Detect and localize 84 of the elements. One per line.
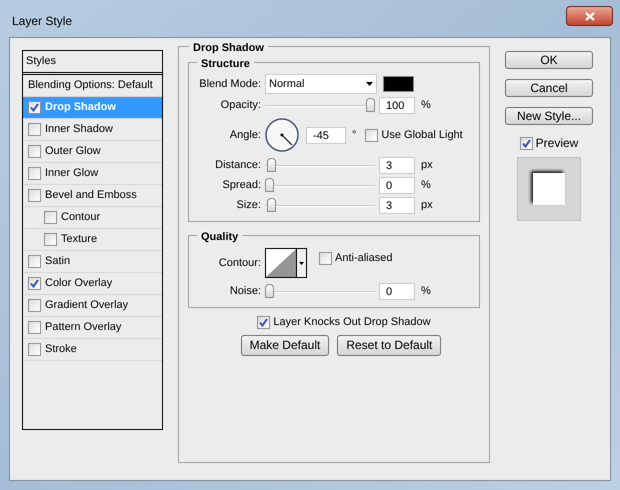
field-label: Opacity: — [220, 98, 262, 113]
checkbox[interactable] — [319, 252, 332, 265]
checkbox[interactable] — [28, 343, 41, 356]
checkbox[interactable] — [44, 211, 57, 224]
unit-label: ° — [352, 128, 356, 143]
checkbox[interactable] — [28, 145, 41, 158]
section-title: Drop Shadow — [189, 40, 268, 56]
checkbox[interactable] — [28, 189, 41, 202]
field-label: Noise: — [228, 284, 262, 299]
list-header: Styles — [26, 54, 56, 70]
dialog-button[interactable]: Cancel — [505, 79, 593, 97]
checkmark-icon — [522, 138, 531, 148]
style-item[interactable]: Contour — [23, 207, 162, 229]
style-item[interactable]: Stroke — [23, 339, 162, 361]
slider-thumb[interactable] — [265, 284, 274, 298]
checkmark-icon — [30, 279, 39, 288]
style-item[interactable]: Pattern Overlay — [23, 317, 162, 339]
slider-thumb[interactable] — [366, 98, 375, 112]
checkbox[interactable] — [28, 255, 41, 268]
slider-track[interactable] — [265, 198, 375, 212]
style-item[interactable]: Inner Glow — [23, 163, 162, 185]
slider-thumb[interactable] — [265, 178, 274, 192]
field-label: Spread: — [221, 178, 262, 193]
field-label: Distance: — [214, 158, 262, 173]
checkbox-label: Layer Knocks Out Drop Shadow — [273, 315, 431, 330]
field-label: Angle: — [228, 128, 262, 143]
close-button[interactable] — [566, 6, 613, 26]
unit-label: % — [421, 98, 431, 113]
checkbox[interactable] — [28, 299, 41, 312]
unit-label: % — [421, 178, 431, 193]
checkbox[interactable] — [28, 167, 41, 180]
checkbox[interactable] — [257, 316, 270, 329]
style-item[interactable]: Satin — [23, 251, 162, 273]
style-item[interactable]: Texture — [23, 229, 162, 251]
slider-track[interactable] — [265, 284, 375, 298]
caret-icon — [299, 262, 304, 264]
field-label: Contour: — [218, 256, 262, 271]
dialog-button[interactable]: New Style... — [505, 107, 593, 125]
slider-track[interactable] — [265, 98, 375, 112]
contour-curve-icon — [266, 249, 296, 277]
angle-dial[interactable] — [265, 118, 299, 152]
blend-mode-dropdown[interactable]: Normal — [265, 74, 377, 94]
checkbox-label: Use Global Light — [381, 128, 463, 143]
field-label: Size: — [236, 198, 262, 213]
checkbox-label: Preview — [536, 135, 578, 152]
checkbox[interactable] — [28, 277, 41, 290]
value-field[interactable]: 3 — [379, 196, 415, 214]
style-item[interactable]: Inner Shadow — [23, 119, 162, 141]
field-label: Blend Mode: — [198, 76, 262, 92]
unit-label: % — [421, 284, 431, 299]
caret-icon — [366, 82, 373, 86]
checkmark-icon — [30, 103, 39, 112]
slider-thumb[interactable] — [267, 158, 276, 172]
checkbox[interactable] — [44, 233, 57, 246]
value-field[interactable]: 3 — [379, 156, 415, 174]
style-item[interactable]: Gradient Overlay — [23, 295, 162, 317]
dialog-button[interactable]: Reset to Default — [337, 334, 442, 356]
section-title: Quality — [197, 229, 242, 246]
dialog-button[interactable]: Make Default — [240, 334, 330, 356]
slider-thumb[interactable] — [267, 198, 276, 212]
value-field[interactable]: 100 — [379, 96, 415, 114]
style-item[interactable]: Color Overlay — [23, 273, 162, 295]
checkmark-icon — [259, 318, 268, 327]
slider-track[interactable] — [265, 178, 375, 192]
dialog-button[interactable]: OK — [505, 51, 593, 69]
checkbox[interactable] — [28, 101, 41, 114]
unit-label: px — [421, 198, 433, 213]
checkbox[interactable] — [28, 123, 41, 136]
unit-label: px — [421, 158, 433, 173]
color-swatch[interactable] — [383, 76, 414, 92]
style-item[interactable]: Bevel and Emboss — [23, 185, 162, 207]
checkbox-label: Anti-aliased — [335, 251, 392, 266]
contour-picker[interactable] — [265, 248, 307, 278]
checkbox[interactable] — [520, 136, 533, 150]
value-field[interactable]: 0 — [379, 282, 415, 300]
checkbox[interactable] — [365, 128, 378, 142]
style-item[interactable]: Outer Glow — [23, 141, 162, 163]
value-field[interactable]: -45 — [306, 126, 346, 144]
checkbox[interactable] — [28, 321, 41, 334]
close-icon — [584, 12, 594, 20]
slider-track[interactable] — [265, 158, 375, 172]
window-title: Layer Style — [12, 13, 72, 30]
preview-thumbnail — [517, 157, 581, 221]
value-field[interactable]: 0 — [379, 176, 415, 194]
